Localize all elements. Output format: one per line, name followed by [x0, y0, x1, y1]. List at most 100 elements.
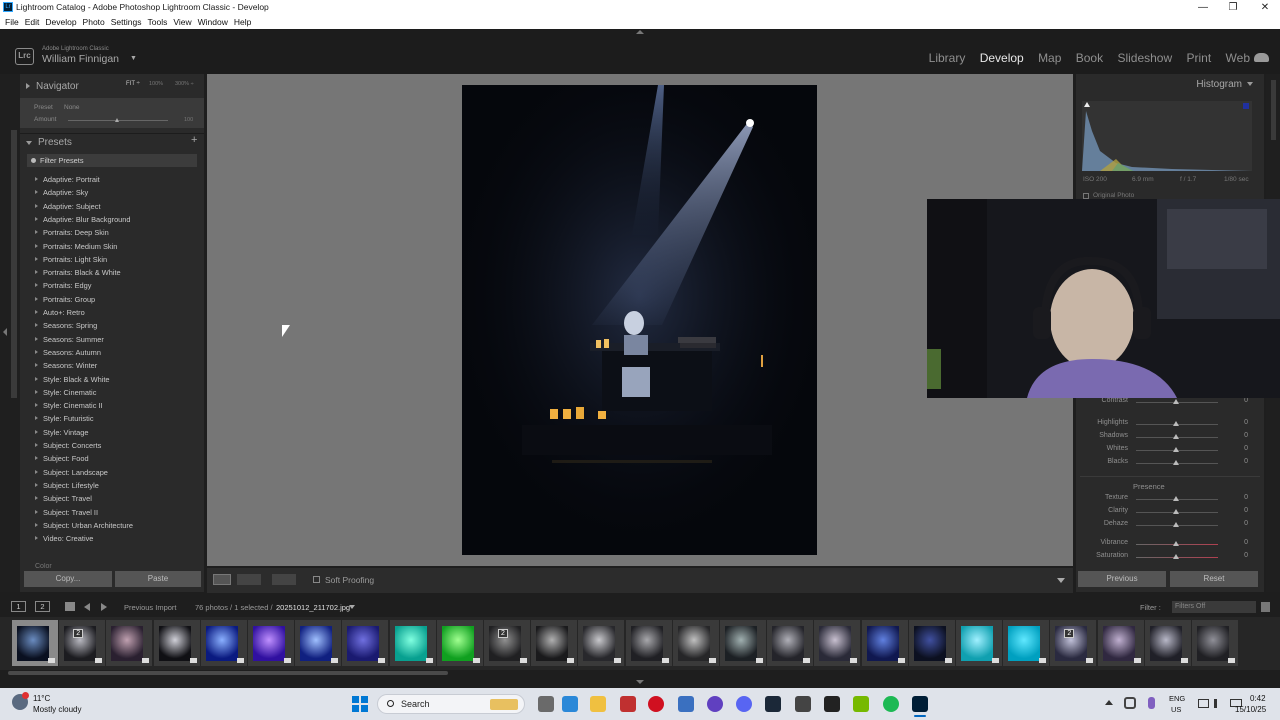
slider-knob[interactable] — [1173, 434, 1179, 439]
preset-item-partial[interactable]: Color — [35, 563, 52, 569]
photos-app-icon[interactable] — [562, 696, 578, 712]
slider-value[interactable]: 0 — [1244, 539, 1248, 546]
menu-file[interactable]: File — [5, 15, 19, 29]
filmstrip-thumbnail[interactable] — [12, 620, 58, 666]
preset-item[interactable]: Style: Vintage — [35, 426, 88, 439]
preset-item[interactable]: Style: Futuristic — [35, 412, 94, 425]
add-preset-button[interactable]: + — [191, 134, 197, 146]
histogram-chart[interactable] — [1082, 101, 1252, 171]
slider-value[interactable]: 0 — [1244, 397, 1248, 404]
preset-item[interactable]: Subject: Urban Architecture — [35, 519, 133, 532]
preset-item[interactable]: Subject: Travel — [35, 492, 92, 505]
filmstrip-thumbnail[interactable] — [106, 620, 153, 666]
preset-value[interactable]: None — [64, 104, 80, 111]
slider-shadows[interactable]: Shadows 0 — [1076, 432, 1264, 445]
before-after-toggle-icon[interactable] — [272, 574, 296, 585]
slider-value[interactable]: 0 — [1244, 419, 1248, 426]
zoom-fit[interactable]: FIT ÷ — [126, 81, 140, 87]
file-explorer-icon[interactable] — [538, 696, 554, 712]
filmstrip-thumbnail[interactable] — [248, 620, 294, 666]
right-panel-scrollbar[interactable] — [1271, 80, 1276, 140]
preset-item[interactable]: Portraits: Light Skin — [35, 253, 107, 266]
filmstrip-thumbnail[interactable] — [342, 620, 389, 666]
slider-knob[interactable] — [1173, 522, 1179, 527]
menu-edit[interactable]: Edit — [25, 15, 40, 29]
menu-help[interactable]: Help — [234, 15, 251, 29]
volume-icon[interactable] — [1214, 699, 1224, 708]
preset-item[interactable]: Video: Creative — [35, 532, 93, 545]
filmstrip-thumbnail[interactable] — [861, 620, 908, 666]
presets-header[interactable]: Presets — [20, 133, 204, 152]
module-map[interactable]: Map — [1038, 51, 1061, 65]
menu-view[interactable]: View — [173, 15, 191, 29]
tray-overflow-icon[interactable] — [1105, 700, 1113, 705]
settings-icon[interactable] — [795, 696, 811, 712]
module-library[interactable]: Library — [929, 51, 966, 65]
forward-arrow-icon[interactable] — [101, 603, 107, 611]
preset-item[interactable]: Style: Cinematic — [35, 386, 96, 399]
filmstrip-thumbnail[interactable]: 2 — [59, 620, 106, 666]
selected-filename[interactable]: 20251012_211702.jpg — [276, 603, 350, 612]
reset-button[interactable]: Reset — [1170, 571, 1258, 587]
preset-item[interactable]: Style: Black & White — [35, 373, 110, 386]
stack-badge[interactable]: 2 — [498, 629, 508, 638]
preset-item[interactable]: Subject: Landscape — [35, 466, 108, 479]
top-panel-toggle-icon[interactable] — [636, 30, 644, 34]
nvidia-icon[interactable] — [853, 696, 869, 712]
preset-item[interactable]: Portraits: Edgy — [35, 279, 91, 292]
slider-value[interactable]: 0 — [1244, 507, 1248, 514]
slider-knob[interactable] — [1173, 509, 1179, 514]
menu-photo[interactable]: Photo — [83, 15, 105, 29]
filmstrip-thumbnail[interactable] — [531, 620, 578, 666]
filmstrip-thumbnail[interactable] — [1144, 620, 1191, 666]
preset-item[interactable]: Seasons: Spring — [35, 319, 97, 332]
menu-develop[interactable]: Develop — [45, 15, 76, 29]
copy-button[interactable]: Copy... — [24, 571, 112, 587]
loupe-view-icon[interactable] — [213, 574, 231, 585]
slider-knob[interactable] — [1173, 496, 1179, 501]
module-book[interactable]: Book — [1076, 51, 1103, 65]
slider-highlights[interactable]: Highlights 0 — [1076, 419, 1264, 432]
slider-knob[interactable] — [1173, 541, 1179, 546]
slider-value[interactable]: 0 — [1244, 494, 1248, 501]
grid-view-icon[interactable] — [65, 602, 75, 611]
toolbar-menu-icon[interactable] — [1057, 578, 1065, 583]
preset-item[interactable]: Adaptive: Blur Background — [35, 213, 131, 226]
filmstrip-thumbnail[interactable] — [908, 620, 955, 666]
filmstrip-source[interactable]: Previous Import — [124, 603, 177, 612]
vpn-icon[interactable] — [678, 696, 694, 712]
filmstrip-toggle-icon[interactable] — [636, 680, 644, 684]
preset-item[interactable]: Portraits: Black & White — [35, 266, 121, 279]
taskbar-search-box[interactable]: Search — [377, 694, 525, 714]
preset-item[interactable]: Adaptive: Portrait — [35, 173, 100, 186]
filmstrip-thumbnail[interactable] — [200, 620, 247, 666]
slider-knob[interactable] — [1173, 421, 1179, 426]
preset-item[interactable]: Seasons: Autumn — [35, 346, 101, 359]
preset-item[interactable]: Subject: Travel II — [35, 506, 98, 519]
slider-blacks[interactable]: Blacks 0 — [1076, 458, 1264, 471]
input-region[interactable]: US — [1171, 705, 1181, 714]
slider-value[interactable]: 0 — [1244, 445, 1248, 452]
back-arrow-icon[interactable] — [84, 603, 90, 611]
previous-button[interactable]: Previous — [1078, 571, 1166, 587]
filmstrip-thumbnail[interactable] — [1192, 620, 1238, 666]
filmstrip-thumbnail[interactable] — [153, 620, 200, 666]
news-app-icon[interactable] — [620, 696, 636, 712]
filmstrip-thumbnail[interactable] — [1003, 620, 1050, 666]
histogram-title[interactable]: Histogram — [1196, 79, 1242, 90]
preset-item[interactable]: Style: Cinematic II — [35, 399, 103, 412]
close-button[interactable]: ✕ — [1250, 0, 1280, 15]
filmstrip-thumbnail[interactable]: 2 — [484, 620, 530, 666]
slider-knob[interactable] — [1173, 460, 1179, 465]
preset-item[interactable]: Seasons: Winter — [35, 359, 97, 372]
slider-dehaze[interactable]: Dehaze 0 — [1076, 520, 1264, 533]
filter-lock-icon[interactable] — [1261, 602, 1270, 612]
amount-knob[interactable] — [115, 118, 119, 122]
filmstrip-thumbnail[interactable] — [295, 620, 342, 666]
weather-condition[interactable]: Mostly cloudy — [33, 705, 81, 714]
filter-dropdown[interactable]: Filters Off — [1172, 601, 1256, 613]
preset-item[interactable]: Adaptive: Subject — [35, 200, 101, 213]
clock-date[interactable]: 15/10/25 — [1235, 705, 1266, 714]
slider-clarity[interactable]: Clarity 0 — [1076, 507, 1264, 520]
module-slideshow[interactable]: Slideshow — [1117, 51, 1172, 65]
